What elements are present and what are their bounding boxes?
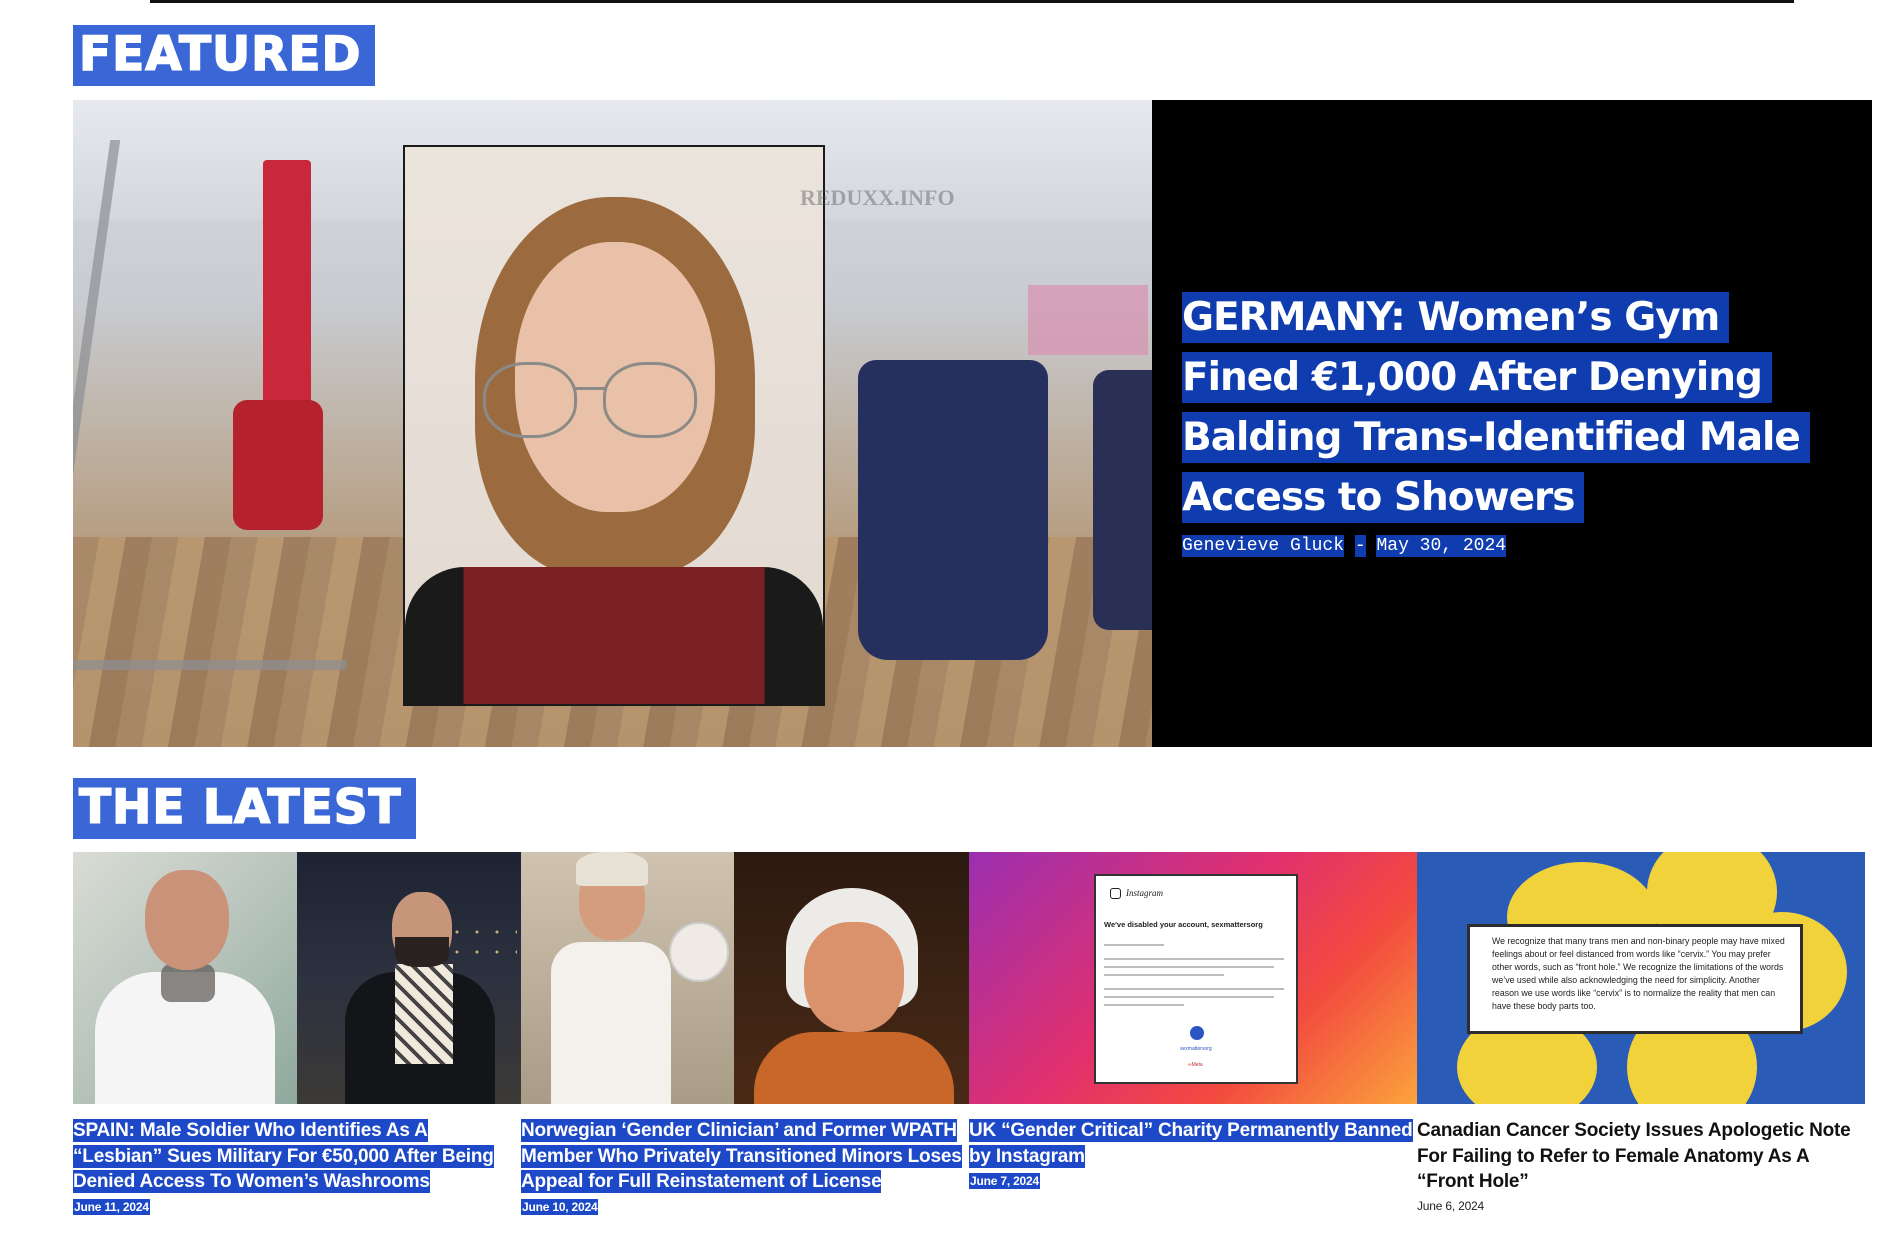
thumbnail-left-photo — [73, 852, 297, 1104]
instagram-icon — [1110, 888, 1121, 899]
instagram-gradient-bg: Instagram We've disabled your account, s… — [969, 852, 1417, 1104]
gym-machine-right — [858, 360, 1048, 660]
article-thumbnail[interactable]: We recognize that many trans men and non… — [1417, 852, 1865, 1104]
featured-headline-text[interactable]: GERMANY: Women’s Gym Fined €1,000 After … — [1182, 292, 1810, 523]
meta-logo-text: ∞Meta — [1188, 1062, 1203, 1068]
photo-body — [551, 942, 671, 1104]
gym-seat — [233, 400, 323, 530]
featured-author[interactable]: Genevieve Gluck — [1182, 535, 1345, 557]
wall-poster — [1028, 285, 1148, 355]
photo-scarf — [395, 964, 453, 1064]
society-note: We recognize that many trans men and non… — [1467, 924, 1803, 1034]
article-title[interactable]: SPAIN: Male Soldier Who Identifies As A … — [73, 1118, 521, 1195]
article-card[interactable]: Norwegian ‘Gender Clinician’ and Former … — [521, 852, 969, 1216]
article-title-text[interactable]: Norwegian ‘Gender Clinician’ and Former … — [521, 1119, 962, 1193]
notice-line — [1104, 966, 1274, 968]
featured-image[interactable]: REDUXX.INFO — [73, 100, 1152, 747]
featured-headline[interactable]: GERMANY: Women’s Gym Fined €1,000 After … — [1182, 288, 1822, 528]
thumbnail-left-photo — [521, 852, 734, 1104]
featured-text-panel: GERMANY: Women’s Gym Fined €1,000 After … — [1152, 100, 1872, 747]
photo-head — [145, 870, 229, 970]
notice-line — [1104, 996, 1274, 998]
gym-machine-far-right — [1093, 370, 1152, 630]
notice-line — [1104, 988, 1284, 990]
article-title-text[interactable]: SPAIN: Male Soldier Who Identifies As A … — [73, 1119, 494, 1193]
image-watermark: REDUXX.INFO — [800, 185, 955, 210]
instagram-notice: Instagram We've disabled your account, s… — [1094, 874, 1298, 1084]
notice-line — [1104, 974, 1224, 976]
article-title[interactable]: UK “Gender Critical” Charity Permanently… — [969, 1118, 1417, 1169]
article-title-text[interactable]: Canadian Cancer Society Issues Apologeti… — [1417, 1120, 1851, 1192]
article-card[interactable]: SPAIN: Male Soldier Who Identifies As A … — [73, 852, 521, 1216]
article-thumbnail[interactable] — [73, 852, 521, 1104]
photo-hair — [576, 852, 648, 886]
latest-articles-grid: SPAIN: Male Soldier Who Identifies As A … — [73, 852, 1866, 1245]
article-thumbnail[interactable] — [521, 852, 969, 1104]
glasses-lens-right — [603, 362, 697, 438]
article-date: June 7, 2024 — [969, 1173, 1040, 1189]
meta-separator: - — [1354, 535, 1366, 557]
article-date: June 6, 2024 — [1417, 1198, 1484, 1213]
daffodil-bg: We recognize that many trans men and non… — [1417, 852, 1865, 1104]
notice-handle: sexmattersorg — [1180, 1046, 1212, 1052]
featured-meta: Genevieve Gluck - May 30, 2024 — [1182, 535, 1507, 557]
article-title[interactable]: Norwegian ‘Gender Clinician’ and Former … — [521, 1118, 969, 1195]
photo-dress — [754, 1032, 954, 1104]
photo-mirror — [669, 922, 729, 982]
instagram-wordmark: Instagram — [1126, 888, 1164, 898]
article-title[interactable]: Canadian Cancer Society Issues Apologeti… — [1417, 1118, 1865, 1195]
article-card[interactable]: We recognize that many trans men and non… — [1417, 852, 1865, 1215]
thumbnail-right-photo — [297, 852, 521, 1104]
photo-face — [804, 922, 904, 1032]
glasses-lens-left — [483, 362, 577, 438]
top-divider — [150, 0, 1794, 3]
portrait-inset — [403, 145, 825, 706]
notice-heading: We've disabled your account, sexmatterso… — [1104, 920, 1263, 929]
article-date: June 11, 2024 — [73, 1198, 150, 1215]
notice-line — [1104, 1004, 1184, 1006]
featured-article[interactable]: REDUXX.INFO GERMANY: Women’s Gym Fined €… — [73, 100, 1872, 747]
thumbnail-right-photo — [734, 852, 969, 1104]
latest-section-label: THE LATEST — [73, 778, 416, 839]
article-date: June 10, 2024 — [521, 1198, 599, 1215]
notice-line — [1104, 958, 1284, 960]
article-thumbnail[interactable]: Instagram We've disabled your account, s… — [969, 852, 1417, 1104]
portrait-sweater — [405, 567, 823, 704]
account-logo-icon — [1190, 1026, 1204, 1040]
glasses-bridge — [573, 387, 605, 390]
notice-line — [1104, 944, 1164, 946]
article-card[interactable]: Instagram We've disabled your account, s… — [969, 852, 1417, 1190]
featured-section-label: FEATURED — [73, 25, 376, 86]
photo-beard — [395, 937, 449, 967]
article-title-text[interactable]: UK “Gender Critical” Charity Permanently… — [969, 1119, 1413, 1168]
featured-date: May 30, 2024 — [1376, 535, 1507, 557]
